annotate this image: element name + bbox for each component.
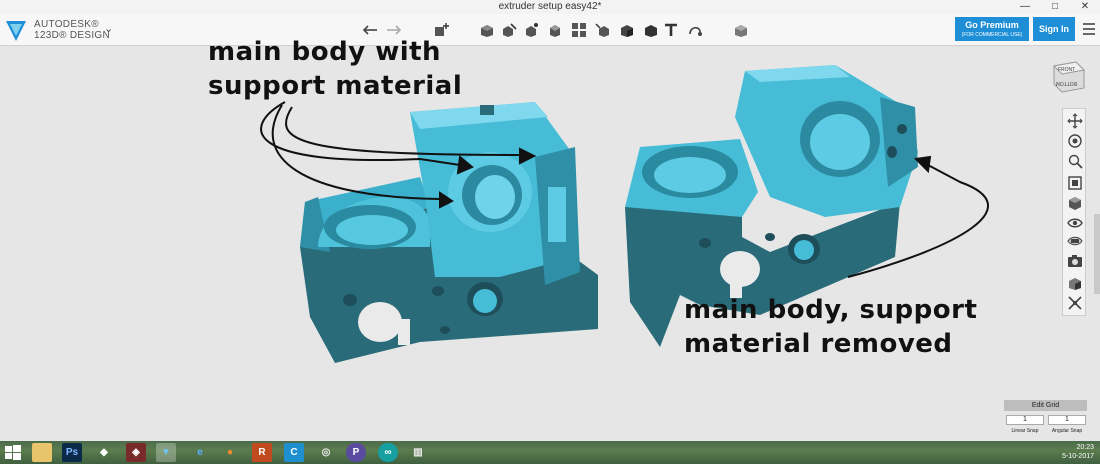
folder-icon[interactable] (32, 443, 52, 462)
edit-grid-button[interactable]: Edit Grid (1004, 400, 1087, 411)
go-premium-button[interactable]: Go Premium (FOR COMMERCIAL USE) (955, 17, 1029, 41)
sign-in-button[interactable]: Sign In (1033, 17, 1075, 41)
window-title: extruder setup easy42* (498, 1, 602, 12)
view-cube[interactable]: FRONT BOTTOM (1050, 58, 1086, 94)
go-premium-sublabel: (FOR COMMERCIAL USE) (961, 32, 1023, 38)
p-icon[interactable]: P (346, 443, 366, 462)
viewcube-bottom-label: BOTTOM (1056, 80, 1077, 86)
zoom-icon[interactable] (1067, 153, 1083, 169)
combine-icon[interactable] (594, 21, 612, 39)
materials-outline-icon[interactable] (1067, 233, 1083, 249)
measure-icon[interactable] (618, 21, 636, 39)
render-icon[interactable] (1067, 275, 1083, 291)
edit-grid-panel: Edit Grid 1 1 Linear Snap Angular Snap (1004, 400, 1087, 440)
angular-snap-field[interactable]: 1 (1048, 415, 1086, 425)
annotation-left-line1: main body with (208, 37, 442, 67)
system-tray-clock[interactable]: 20:23 5-10-2017 (1062, 443, 1094, 461)
brand-line2: 123D® DESIGN (34, 30, 110, 41)
snap-icon[interactable] (686, 21, 704, 39)
text-icon[interactable] (662, 21, 680, 39)
sketch-icon[interactable] (478, 21, 496, 39)
123d-icon[interactable]: ▼ (156, 443, 176, 462)
annotation-right-line2: material removed (684, 329, 953, 359)
firefox-icon[interactable]: ● (220, 443, 240, 462)
orbit-icon[interactable] (1067, 133, 1083, 149)
visibility-icon[interactable] (1067, 215, 1083, 231)
side-panel-tab[interactable] (1094, 214, 1100, 294)
annotation-left: main body with support material (208, 35, 462, 103)
close-button[interactable]: ✕ (1070, 0, 1100, 14)
3d-viewport[interactable]: main body with support material main bod… (0, 37, 1100, 441)
brand-line1: AUTODESK® (34, 19, 99, 30)
annotation-left-line2: support material (208, 71, 463, 101)
pan-icon[interactable] (1067, 113, 1083, 129)
windows-start-icon[interactable] (4, 444, 22, 462)
cura-icon[interactable]: C (284, 443, 304, 462)
annotation-right: main body, support material removed (684, 293, 977, 361)
main-toolbar: AUTODESK® 123D® DESIGN ⌄ Go Premium (FOR… (0, 14, 1100, 46)
linear-snap-field[interactable]: 1 (1006, 415, 1044, 425)
window-controls: — □ ✕ (1010, 0, 1100, 14)
modify-icon[interactable] (522, 21, 540, 39)
rhino-icon[interactable]: R (252, 443, 272, 462)
clock-date: 5-10-2017 (1062, 453, 1094, 460)
explorer-icon[interactable]: ▥ (408, 443, 428, 462)
minimize-button[interactable]: — (1010, 0, 1040, 14)
left-model[interactable] (300, 102, 598, 363)
maximize-button[interactable]: □ (1040, 0, 1070, 14)
annotation-right-line1: main body, support (684, 295, 978, 325)
camera-icon[interactable] (1067, 253, 1083, 269)
app-icon[interactable]: ◈ (126, 443, 146, 462)
app-window: extruder setup easy42* — □ ✕ AUTODESK® 1… (0, 0, 1100, 464)
scene-drawing (260, 65, 989, 363)
title-bar: extruder setup easy42* — □ ✕ (0, 0, 1100, 14)
chrome-icon[interactable]: ◎ (316, 443, 336, 462)
viewcube-front-label: FRONT (1058, 67, 1075, 73)
snap-to-icon[interactable] (1067, 295, 1083, 311)
app-logo-icon[interactable] (4, 17, 28, 43)
go-premium-label: Go Premium (965, 20, 1019, 30)
view-icon[interactable] (1067, 195, 1083, 211)
windows-taskbar: Ps ◆ ◈ ▼ e ● R C ◎ P ∞ ▥ 20:23 5-10-2017 (0, 441, 1100, 464)
fit-icon[interactable] (1067, 175, 1083, 191)
grouping-icon[interactable] (570, 21, 588, 39)
inkscape-icon[interactable]: ◆ (94, 443, 114, 462)
construct-icon[interactable] (500, 21, 518, 39)
material-icon[interactable] (732, 21, 750, 39)
brand-name: AUTODESK® 123D® DESIGN (34, 19, 110, 41)
linear-snap-label: Linear Snap (1011, 428, 1039, 434)
ie-icon[interactable]: e (190, 443, 210, 462)
hamburger-menu-icon[interactable] (1081, 20, 1097, 38)
arduino-icon[interactable]: ∞ (378, 443, 398, 462)
angular-snap-label: Angular Snap (1051, 428, 1083, 434)
pattern-icon[interactable] (546, 21, 564, 39)
navigation-bar (1062, 108, 1086, 316)
app-menu-chevron-icon[interactable]: ⌄ (104, 22, 113, 35)
clock-time: 20:23 (1076, 444, 1094, 451)
combine-solid-icon[interactable] (642, 21, 660, 39)
photoshop-icon[interactable]: Ps (62, 443, 82, 462)
